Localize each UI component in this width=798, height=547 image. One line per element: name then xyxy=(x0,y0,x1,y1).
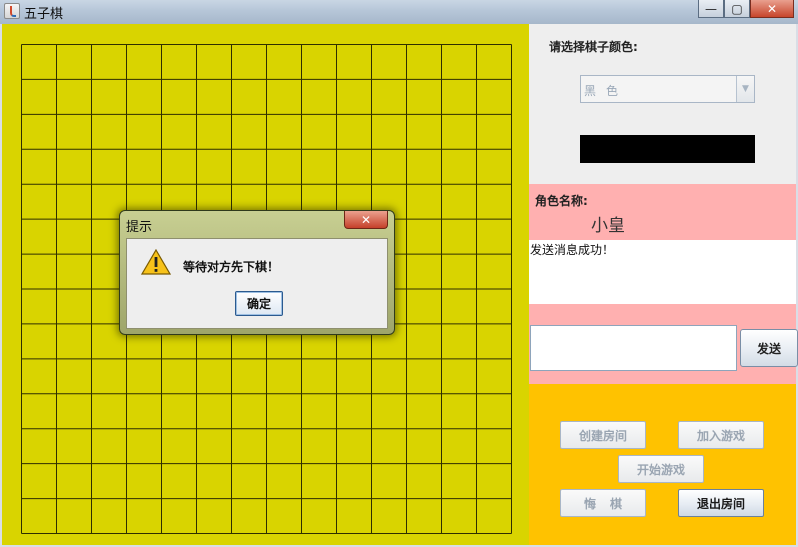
color-select[interactable]: 黑色 ▼ xyxy=(580,75,755,103)
join-game-button[interactable]: 加入游戏 xyxy=(678,421,764,449)
message-item: 发送消息成功！ xyxy=(530,243,615,257)
dialog-title: 提示 xyxy=(126,220,153,235)
minimize-button[interactable]: — xyxy=(698,0,724,18)
dialog-close-button[interactable]: ✕ xyxy=(344,211,388,229)
color-label: 请选择棋子颜色: xyxy=(549,40,638,54)
color-swatch xyxy=(580,135,755,163)
undo-button[interactable]: 悔棋 xyxy=(560,489,646,517)
color-section: 请选择棋子颜色: 黑色 ▼ xyxy=(529,24,796,184)
chevron-down-icon[interactable]: ▼ xyxy=(736,76,754,102)
message-area[interactable]: 发送消息成功！ xyxy=(529,240,796,304)
chat-section: 角色名称: 小皇 发送消息成功！ 发送 xyxy=(529,184,798,384)
maximize-button[interactable]: ▢ xyxy=(724,0,750,18)
exit-room-button[interactable]: 退出房间 xyxy=(678,489,764,517)
message-input[interactable] xyxy=(530,325,737,371)
send-button[interactable]: 发送 xyxy=(740,329,798,367)
app-icon xyxy=(4,3,20,19)
side-panel: 请选择棋子颜色: 黑色 ▼ 角色名称: 小皇 发送消息成功！ 发送 创建房间 加… xyxy=(529,24,798,545)
window-controls: — ▢ ✕ xyxy=(698,0,794,19)
color-select-value: 黑色 xyxy=(584,84,629,98)
message-dialog: 提示 ✕ 等待对方先下棋！ 确定 xyxy=(119,210,395,335)
role-name: 小皇 xyxy=(591,216,625,236)
ok-button[interactable]: 确定 xyxy=(235,291,283,316)
create-room-button[interactable]: 创建房间 xyxy=(560,421,646,449)
warning-icon xyxy=(141,249,171,275)
dialog-message: 等待对方先下棋！ xyxy=(183,260,280,274)
dialog-body: 等待对方先下棋！ 确定 xyxy=(126,238,388,329)
action-section: 创建房间 加入游戏 开始游戏 悔棋 退出房间 xyxy=(529,384,796,545)
start-game-button[interactable]: 开始游戏 xyxy=(618,455,704,483)
role-label: 角色名称: xyxy=(535,194,588,208)
window-title: 五子棋 xyxy=(24,7,64,22)
close-button[interactable]: ✕ xyxy=(750,0,794,18)
app-window: 五子棋 — ▢ ✕ 请选择棋子颜色: 黑色 ▼ 角色名称: 小皇 发送消息成功！… xyxy=(0,0,798,547)
title-bar: 五子棋 — ▢ ✕ xyxy=(0,0,798,24)
